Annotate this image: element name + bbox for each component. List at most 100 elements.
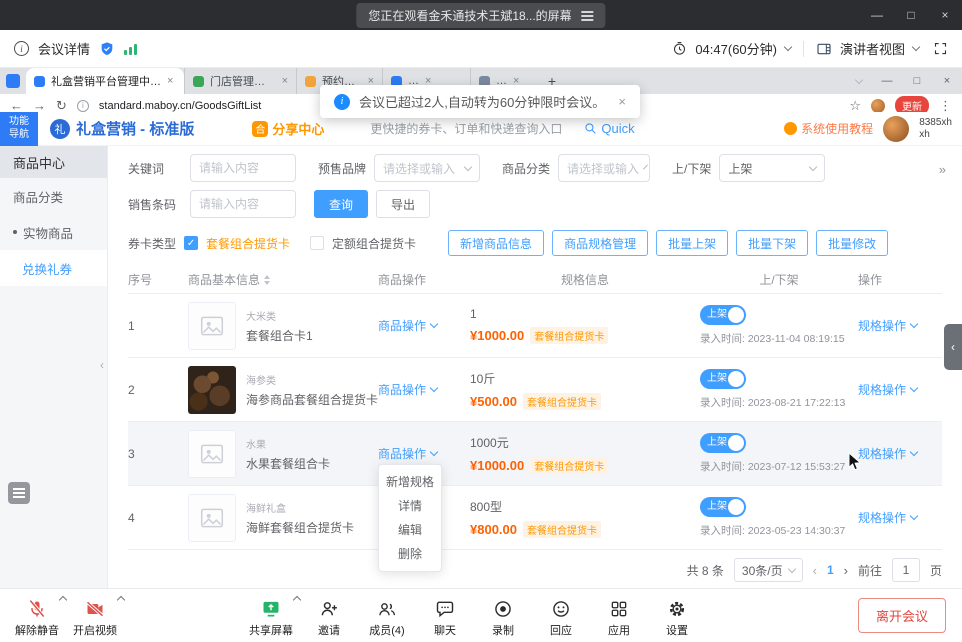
invite-button[interactable]: 邀请	[300, 593, 358, 638]
chat-button[interactable]: 聊天	[416, 593, 474, 638]
filter-collapse-icon[interactable]: »	[939, 162, 946, 177]
view-dropdown-icon[interactable]	[912, 43, 920, 51]
quick-link[interactable]: Quick	[584, 121, 634, 136]
share-center-link[interactable]: 合 分享中心	[252, 119, 324, 138]
batch-edit-button[interactable]: 批量修改	[816, 230, 888, 256]
toast-close-icon[interactable]: ×	[618, 94, 626, 109]
view-mode-label[interactable]: 演讲者视图	[840, 39, 905, 58]
add-product-button[interactable]: 新增商品信息	[448, 230, 544, 256]
function-nav-button[interactable]: 功能 导航	[0, 112, 38, 146]
network-signal-icon[interactable]	[124, 43, 137, 55]
meeting-details-label[interactable]: 会议详情	[38, 39, 90, 58]
header-info[interactable]: 商品基本信息	[188, 271, 378, 288]
sort-icon[interactable]	[264, 275, 270, 285]
spec-action-link[interactable]: 规格操作	[858, 509, 917, 526]
dropdown-item-delete[interactable]: 删除	[379, 542, 441, 566]
security-shield-icon[interactable]	[99, 41, 115, 57]
tab-close-icon[interactable]: ×	[167, 75, 173, 87]
share-center-label: 分享中心	[272, 119, 324, 138]
fixed-card-checkbox-label[interactable]: 定额组合提货卡	[332, 235, 416, 252]
banner-menu-icon[interactable]	[582, 11, 594, 21]
product-action-link[interactable]: 商品操作	[378, 317, 437, 334]
reactions-button[interactable]: 回应	[532, 593, 590, 638]
browser-logo-icon[interactable]	[6, 74, 20, 88]
batch-on-shelf-button[interactable]: 批量上架	[656, 230, 728, 256]
brand-select[interactable]: 请选择或输入	[374, 154, 480, 182]
browser-close-button[interactable]: ×	[932, 68, 962, 94]
export-button[interactable]: 导出	[376, 190, 430, 218]
shelf-toggle[interactable]: 上架	[700, 433, 746, 453]
timer-dropdown-icon[interactable]	[784, 43, 792, 51]
user-avatar[interactable]	[883, 116, 909, 142]
floating-task-button[interactable]	[8, 482, 30, 504]
record-button[interactable]: 录制	[474, 593, 532, 638]
unmute-button[interactable]: 解除静音	[8, 593, 66, 638]
nav-box-line1: 功能	[9, 116, 29, 129]
sidebar-item-category[interactable]: 商品分类	[0, 178, 107, 214]
mic-muted-icon	[27, 598, 47, 620]
browser-tab[interactable]: 门店管理中心 ×	[184, 68, 296, 94]
batch-off-shelf-button[interactable]: 批量下架	[736, 230, 808, 256]
shelf-toggle[interactable]: 上架	[700, 369, 746, 389]
apps-button[interactable]: 应用	[590, 593, 648, 638]
product-action-label: 商品操作	[378, 445, 426, 462]
search-button[interactable]: 查询	[314, 190, 368, 218]
batch-buttons: 新增商品信息 商品规格管理 批量上架 批量下架 批量修改	[448, 230, 888, 256]
close-button[interactable]: ×	[928, 0, 962, 30]
start-video-button[interactable]: 开启视频	[66, 593, 124, 638]
tab-list-icon[interactable]	[855, 75, 863, 83]
product-category: 海参类	[246, 372, 378, 387]
product-action-link[interactable]: 商品操作	[378, 445, 437, 462]
category-select[interactable]: 请选择或输入	[558, 154, 650, 182]
shelf-toggle[interactable]: 上架	[700, 497, 746, 517]
prev-page-button[interactable]: ‹	[813, 563, 817, 578]
dropdown-item-edit[interactable]: 编辑	[379, 518, 441, 542]
meeting-timer[interactable]: 04:47(60分钟)	[695, 39, 777, 58]
price: ¥800.00	[470, 522, 517, 537]
dropdown-item-add-spec[interactable]: 新增规格	[379, 470, 441, 494]
tab-close-icon[interactable]: ×	[282, 75, 288, 87]
dropdown-item-details[interactable]: 详情	[379, 494, 441, 518]
meeting-info-icon[interactable]: i	[14, 41, 29, 56]
browser-minimize-button[interactable]: —	[872, 68, 902, 94]
current-page[interactable]: 1	[827, 563, 834, 577]
sidebar-section-product-center[interactable]: 商品中心	[0, 146, 107, 178]
leave-meeting-button[interactable]: 离开会议	[858, 598, 946, 633]
site-info-icon[interactable]: i	[77, 100, 89, 112]
fixed-card-checkbox[interactable]	[310, 236, 324, 250]
spec-manage-button[interactable]: 商品规格管理	[552, 230, 648, 256]
browser-maximize-button[interactable]: □	[902, 68, 932, 94]
goto-page-input[interactable]	[892, 558, 920, 582]
settings-button[interactable]: 设置	[648, 593, 706, 638]
tutorial-link[interactable]: 系统使用教程	[784, 120, 873, 137]
watching-banner[interactable]: 您正在观看金禾通技术王斌18...的屏幕	[356, 3, 605, 28]
product-photo	[188, 366, 236, 414]
screen: 您正在观看金禾通技术王斌18...的屏幕 — □ × i 会议详情 04:47(…	[0, 0, 962, 642]
maximize-button[interactable]: □	[894, 0, 928, 30]
product-action-link[interactable]: 商品操作	[378, 381, 437, 398]
next-page-button[interactable]: ›	[844, 563, 848, 578]
spec-action-link[interactable]: 规格操作	[858, 445, 917, 462]
right-drawer-handle[interactable]: ‹	[944, 324, 962, 370]
shelf-toggle[interactable]: 上架	[700, 305, 746, 325]
fullscreen-icon[interactable]	[933, 41, 948, 56]
share-screen-button[interactable]: 共享屏幕	[242, 593, 300, 638]
members-button[interactable]: 成员(4)	[358, 593, 416, 638]
spec-action-link[interactable]: 规格操作	[858, 317, 917, 334]
combo-card-checkbox[interactable]: ✓	[184, 236, 198, 250]
product-table: 序号 商品基本信息 商品操作 规格信息 上/下架 操作 1 大米类套餐组合卡1 …	[128, 266, 942, 550]
combo-card-checkbox-label[interactable]: 套餐组合提货卡	[206, 235, 290, 252]
page-size-select[interactable]: 30条/页	[734, 558, 803, 582]
brand[interactable]: 礼 礼盒营销 - 标准版	[50, 118, 194, 139]
sidebar-collapse-icon[interactable]: ‹	[100, 358, 104, 372]
sidebar-item-gift-voucher[interactable]: 兑换礼券	[0, 250, 107, 286]
browser-profile-avatar[interactable]	[871, 99, 885, 113]
barcode-input[interactable]	[190, 190, 296, 218]
user-name-sub: xh	[919, 129, 952, 141]
minimize-button[interactable]: —	[860, 0, 894, 30]
sidebar-item-physical-goods[interactable]: 实物商品	[0, 214, 107, 250]
spec-action-link[interactable]: 规格操作	[858, 381, 917, 398]
shelf-select[interactable]: 上架	[719, 154, 825, 182]
browser-tab-active[interactable]: 礼盒营销平台管理中… ×	[26, 68, 184, 94]
keyword-input[interactable]	[190, 154, 296, 182]
